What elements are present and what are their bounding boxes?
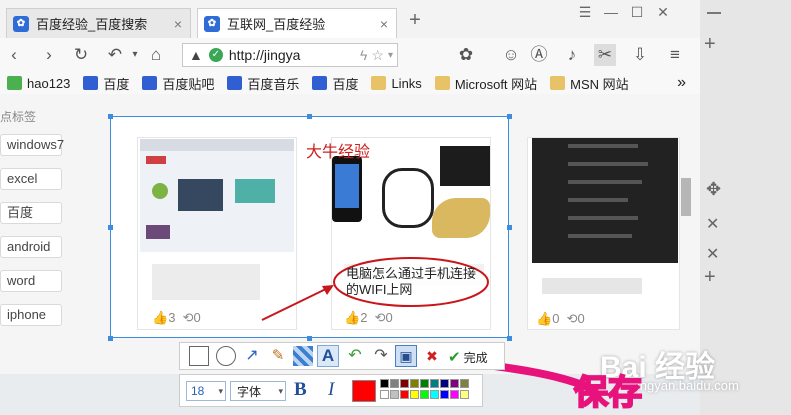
text-format-toolbar: 18 ▾ 字体 ▾ B I xyxy=(179,374,483,407)
save-callout-label: 保存 xyxy=(573,372,643,414)
color-swatch[interactable] xyxy=(430,379,439,388)
color-swatch[interactable] xyxy=(390,390,399,399)
check-icon: ✔ xyxy=(448,349,461,366)
color-palette xyxy=(380,379,470,401)
watermark-url: jingyan.baidu.com xyxy=(634,378,739,393)
color-swatch[interactable] xyxy=(410,390,419,399)
minimize-panel-icon[interactable] xyxy=(707,12,721,14)
color-swatch[interactable] xyxy=(380,379,389,388)
color-swatch[interactable] xyxy=(420,390,429,399)
chevron-down-icon: ▾ xyxy=(278,385,283,396)
text-tool-icon[interactable]: A xyxy=(317,345,339,367)
cancel-icon[interactable]: ✖ xyxy=(422,346,442,366)
bold-button[interactable]: B xyxy=(294,379,307,401)
color-swatch[interactable] xyxy=(440,379,449,388)
annotation-toolbar: ↗ ✎ A ↶ ↷ ▣ ✖ ✔ 完成 xyxy=(179,342,505,370)
font-family-select[interactable]: 字体 ▾ xyxy=(230,381,286,401)
scrollbar-thumb[interactable] xyxy=(681,178,691,216)
color-swatch[interactable] xyxy=(460,390,469,399)
color-swatch[interactable] xyxy=(400,379,409,388)
redo-icon[interactable]: ↷ xyxy=(371,346,391,366)
undo-icon[interactable]: ↶ xyxy=(345,346,365,366)
color-swatch[interactable] xyxy=(380,390,389,399)
annotation-text: 电脑怎么通过手机连接的WIFI上网 xyxy=(346,266,477,297)
color-swatch[interactable] xyxy=(400,390,409,399)
done-button[interactable]: ✔ 完成 xyxy=(448,348,488,366)
color-swatch[interactable] xyxy=(440,390,449,399)
arrow-tool-icon[interactable]: ↗ xyxy=(242,346,262,366)
italic-button[interactable]: I xyxy=(328,379,334,401)
color-swatch[interactable] xyxy=(450,390,459,399)
save-icon[interactable]: ▣ xyxy=(395,345,417,367)
font-size-select[interactable]: 18 ▾ xyxy=(186,381,226,401)
annotation-arrow xyxy=(261,286,331,321)
color-swatch[interactable] xyxy=(410,379,419,388)
move-icon[interactable]: ✥ xyxy=(706,179,721,200)
color-swatch[interactable] xyxy=(420,379,429,388)
add-icon[interactable]: + xyxy=(704,266,716,289)
color-swatch[interactable] xyxy=(430,390,439,399)
color-swatch[interactable] xyxy=(450,379,459,388)
color-swatch[interactable] xyxy=(390,379,399,388)
rectangle-tool-icon[interactable] xyxy=(189,346,209,366)
mosaic-tool-icon[interactable] xyxy=(293,346,313,366)
add-icon[interactable]: + xyxy=(704,33,716,56)
current-color-swatch[interactable] xyxy=(352,380,376,402)
chevron-down-icon: ▾ xyxy=(218,385,223,396)
ellipse-tool-icon[interactable] xyxy=(216,346,236,366)
color-swatch[interactable] xyxy=(460,379,469,388)
brush-tool-icon[interactable]: ✎ xyxy=(268,346,288,366)
close-icon[interactable]: ✕ xyxy=(706,244,719,264)
close-icon[interactable]: ✕ xyxy=(706,214,719,234)
